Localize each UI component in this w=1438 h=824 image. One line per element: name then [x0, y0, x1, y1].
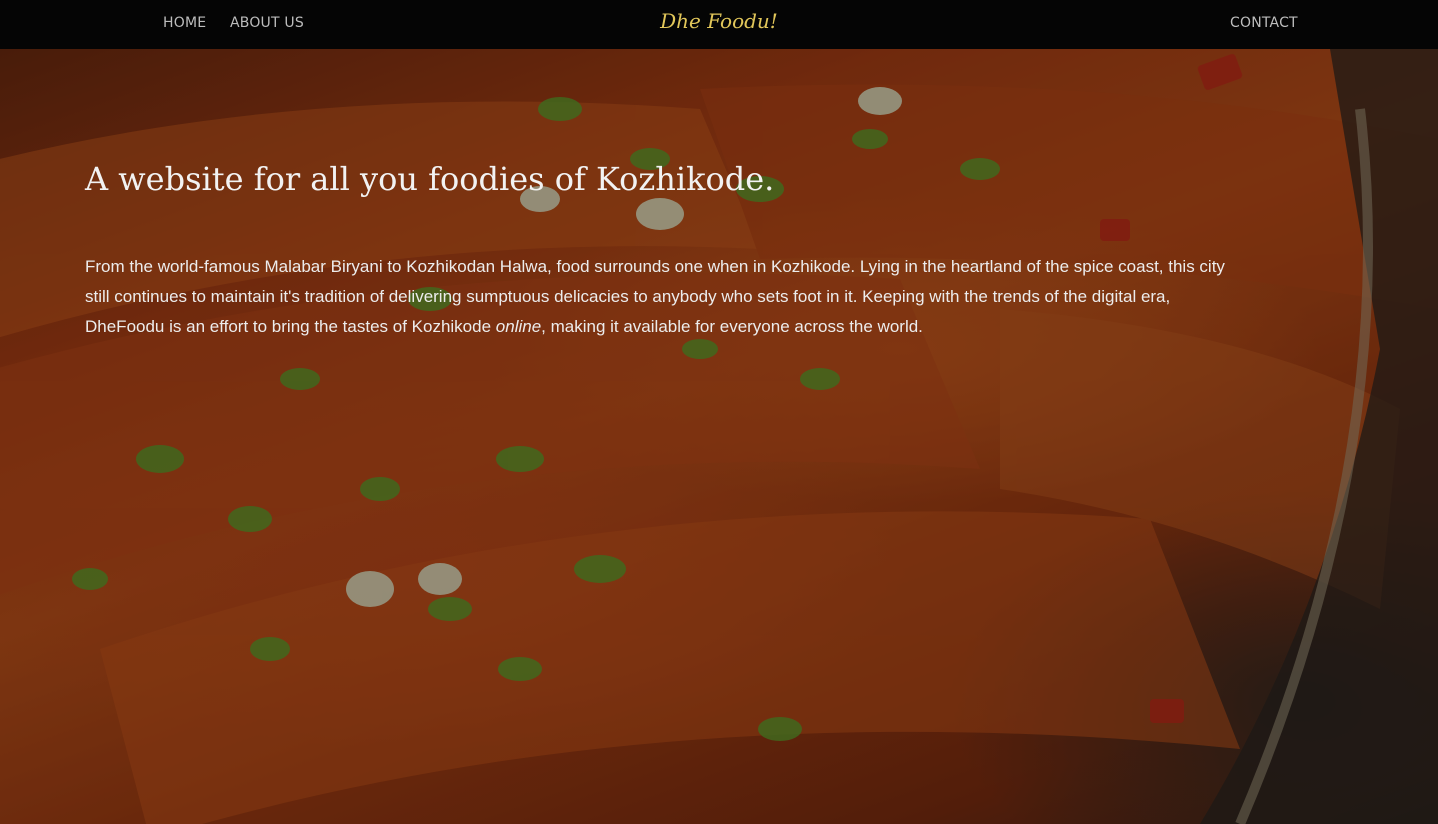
hero-description: From the world-famous Malabar Biryani to…	[85, 252, 1225, 342]
hero-title: A website for all you foodies of Kozhiko…	[85, 160, 775, 198]
hero-description-part-2: , making it available for everyone acros…	[541, 317, 923, 336]
nav-contact-link[interactable]: CONTACT	[1230, 15, 1298, 31]
brand-logo[interactable]: Dhe Foodu!	[0, 9, 1438, 33]
hero-description-emphasis: online	[495, 317, 542, 336]
top-navbar: HOME ABOUT US Dhe Foodu! CONTACT	[0, 0, 1438, 49]
